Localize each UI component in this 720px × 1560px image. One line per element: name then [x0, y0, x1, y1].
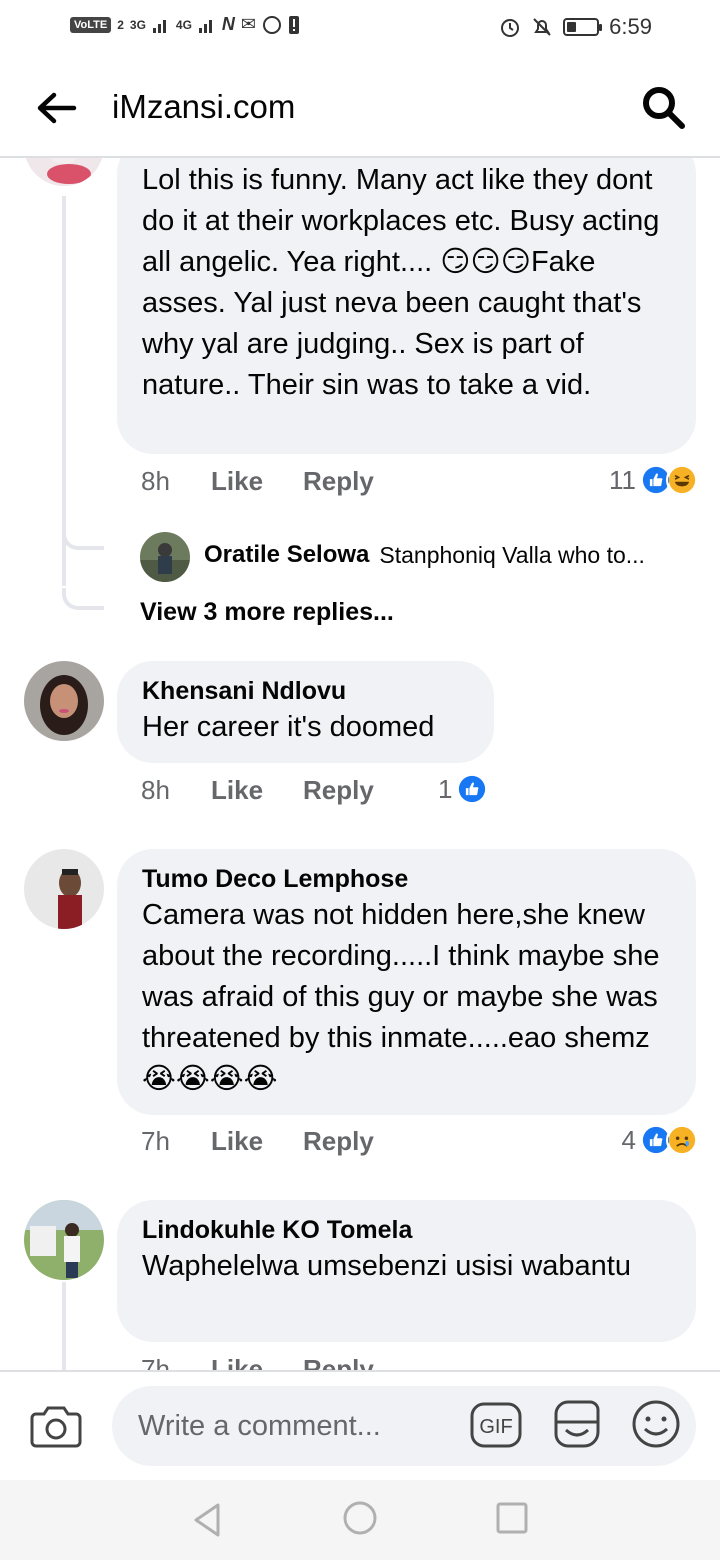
signal-icon-2	[198, 19, 212, 33]
reply-preview[interactable]: Oratile Selowa Stanphoniq Valla who to..…	[140, 541, 645, 569]
reply-button[interactable]: Reply	[303, 775, 374, 806]
reply-button[interactable]: Reply	[303, 1126, 374, 1157]
comment-author[interactable]: Tumo Deco Lemphose	[142, 863, 671, 895]
alert-icon	[289, 15, 300, 34]
like-button[interactable]: Like	[211, 466, 303, 497]
comment-text: Lol this is funny. Many act like they do…	[142, 164, 660, 401]
battery-icon	[563, 18, 603, 36]
search-icon[interactable]	[640, 84, 686, 130]
comment-bubble[interactable]: Lol this is funny. Many act like they do…	[117, 158, 696, 454]
clock-time: 6:59	[609, 14, 652, 39]
haha-icon	[666, 464, 698, 496]
comment-actions: 7h Like Reply	[141, 1126, 374, 1157]
sad-icon	[666, 1124, 698, 1156]
comment-time: 7h	[141, 1354, 170, 1370]
comment-input[interactable]	[112, 1386, 696, 1466]
view-more-replies-link[interactable]: View 3 more replies...	[140, 598, 394, 627]
reply-button[interactable]: Reply	[303, 466, 374, 497]
thread-connector	[62, 528, 104, 550]
signal-icon	[152, 19, 166, 33]
gif-icon[interactable]: GIF	[470, 1402, 522, 1448]
reply-author: Oratile Selowa	[204, 541, 370, 568]
page-title: iMzansi.com	[112, 88, 296, 125]
comment-composer: GIF	[0, 1370, 720, 1480]
reply-snippet: Stanphoniq Valla who to...	[379, 541, 645, 568]
reaction-summary[interactable]: 1	[438, 773, 489, 805]
status-left: VoLTE 2 3G 4G N ✉	[70, 14, 300, 35]
comment-author[interactable]: Khensani Ndlovu	[142, 675, 469, 707]
comment-text: Her career it's doomed	[142, 711, 435, 743]
reaction-count: 4	[621, 1124, 636, 1155]
comment-time: 8h	[141, 466, 170, 496]
nav-recents-icon[interactable]	[494, 1500, 530, 1536]
comment-time: 7h	[141, 1126, 170, 1156]
reaction-summary[interactable]: 4	[622, 1124, 698, 1156]
comment-author[interactable]: Lindokuhle KO Tomela	[142, 1214, 671, 1246]
network-4g-label: 4G	[175, 17, 192, 32]
reaction-count: 11	[609, 464, 636, 495]
avatar[interactable]	[24, 158, 104, 186]
comment-text: Waphelelwa umsebenzi usisi wabantu	[142, 1250, 631, 1282]
system-nav-bar	[0, 1480, 720, 1560]
comment-actions: 8h Like Reply	[141, 775, 374, 806]
mail-icon: ✉	[240, 14, 257, 34]
network-3g-label: 3G	[129, 17, 146, 32]
reaction-summary[interactable]: 11	[609, 464, 698, 496]
like-button[interactable]: Like	[211, 775, 303, 806]
like-icon	[456, 773, 489, 805]
reaction-count: 1	[438, 773, 453, 804]
like-button[interactable]: Like	[211, 1126, 303, 1157]
reply-button[interactable]: Reply	[303, 1354, 374, 1370]
sim2-label: 2	[117, 17, 124, 32]
notification-n-icon: N	[221, 14, 235, 34]
nav-home-icon[interactable]	[340, 1498, 380, 1538]
alarm-icon	[501, 19, 520, 37]
thread-line	[62, 1282, 66, 1370]
comment-actions: 8h Like Reply	[141, 466, 374, 497]
comment-bubble[interactable]: Tumo Deco Lemphose Camera was not hidden…	[117, 849, 696, 1115]
comment-actions: 7h Like Reply	[141, 1354, 374, 1370]
volte-badge: VoLTE	[70, 16, 112, 33]
comments-thread: Lol this is funny. Many act like they do…	[0, 158, 720, 1370]
sticker-icon[interactable]	[550, 1398, 602, 1450]
avatar[interactable]	[24, 661, 104, 741]
comment-time: 8h	[141, 775, 170, 805]
gif-label: GIF	[479, 1416, 512, 1438]
emoji-icon[interactable]	[630, 1398, 682, 1450]
back-arrow-icon[interactable]	[34, 86, 78, 130]
comment-text: Camera was not hidden here,she knew abou…	[142, 899, 660, 1095]
status-right: 6:59	[499, 14, 652, 40]
comment-bubble[interactable]: Lindokuhle KO Tomela Waphelelwa umsebenz…	[117, 1200, 696, 1342]
thread-connector	[62, 588, 104, 610]
like-button[interactable]: Like	[211, 1354, 303, 1370]
status-bar: VoLTE 2 3G 4G N ✉ 6:59	[0, 0, 720, 56]
avatar[interactable]	[24, 849, 104, 929]
whatsapp-icon	[263, 15, 282, 34]
mute-bell-icon	[533, 18, 551, 36]
avatar[interactable]	[24, 1200, 104, 1280]
comment-bubble[interactable]: Khensani Ndlovu Her career it's doomed	[117, 661, 494, 763]
app-header: iMzansi.com	[0, 56, 720, 158]
nav-back-icon[interactable]	[188, 1500, 228, 1540]
camera-icon[interactable]	[30, 1402, 82, 1450]
